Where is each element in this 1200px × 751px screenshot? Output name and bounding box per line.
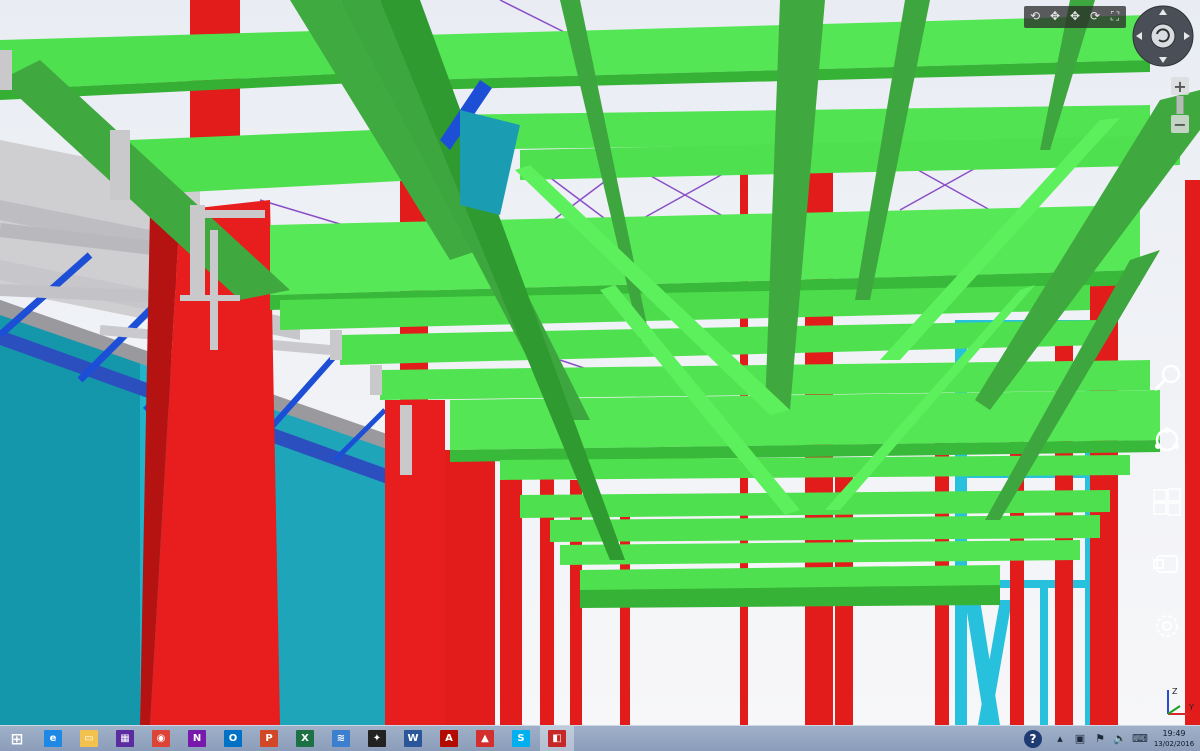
search-icon xyxy=(1153,364,1181,392)
taskbar-start-button[interactable]: ⊞ xyxy=(0,726,34,751)
windows-start-icon xyxy=(1153,488,1181,516)
onenote-icon: N xyxy=(188,730,206,747)
view-toolbar: ⟲ ✥ ✥ ⟳ ⛶ xyxy=(1024,6,1126,28)
model-viewport[interactable]: ⟲ ✥ ✥ ⟳ ⛶ + − Z Y xyxy=(0,0,1200,725)
system-tray: ? ▴ ▣ ⚑ 🔈 ⌨ 19:49 13/02/2016 xyxy=(1024,726,1200,751)
help-icon[interactable]: ? xyxy=(1024,729,1042,748)
taskbar-powerpoint-button[interactable]: P xyxy=(252,726,286,751)
clock-time: 19:49 xyxy=(1162,728,1186,738)
tray-keyboard-icon[interactable]: ⌨ xyxy=(1132,731,1148,747)
taskbar-file-explorer-button[interactable]: ▭ xyxy=(72,726,106,751)
steel-structure-model xyxy=(0,0,1200,725)
powerpoint-icon: P xyxy=(260,730,278,747)
settings-button[interactable] xyxy=(1149,608,1185,644)
taskbar-internet-explorer-button[interactable]: e xyxy=(36,726,70,751)
winamp-wave-icon: ≋ xyxy=(332,730,350,747)
tray-arrow-icon[interactable]: ▴ xyxy=(1052,731,1068,747)
internet-explorer-icon: e xyxy=(44,730,62,747)
navigation-wheel[interactable] xyxy=(1132,5,1194,67)
share-button[interactable] xyxy=(1149,422,1185,458)
devices-button[interactable] xyxy=(1149,546,1185,582)
start-icon: ⊞ xyxy=(10,729,24,748)
clock-date: 13/02/2016 xyxy=(1153,739,1195,748)
taskbar-winamp-wave-button[interactable]: ≋ xyxy=(324,726,358,751)
pan-icon[interactable]: ✥ xyxy=(1046,7,1064,25)
zoom-in-button[interactable]: + xyxy=(1171,77,1189,96)
zoom-slider[interactable] xyxy=(1176,96,1184,114)
tray-flag-icon[interactable]: ⚑ xyxy=(1092,731,1108,747)
orbit-icon[interactable]: ⟳ xyxy=(1086,7,1104,25)
share-icon xyxy=(1155,427,1179,452)
skype-icon: S xyxy=(512,730,530,747)
tekla-viewer-icon: ◧ xyxy=(548,730,566,747)
taskbar: ⊞ e ▭ ▦ ◉ N O P X ≋ ✦ W A ▲ S ◧? ▴ ▣ ⚑ 🔈 ⌨ 19:49 13/02/2016 xyxy=(0,725,1200,751)
photo-app-icon: ▦ xyxy=(116,730,134,747)
taskbar-tekla-viewer-button[interactable]: ◧ xyxy=(540,726,574,751)
rotate-view-icon[interactable]: ⟲ xyxy=(1026,7,1044,25)
tray-volume-icon[interactable]: 🔈 xyxy=(1112,731,1128,747)
taskbar-inkscape-button[interactable]: ✦ xyxy=(360,726,394,751)
zoom-controls: + − xyxy=(1170,76,1190,134)
axis-y-label: Y xyxy=(1188,703,1194,712)
taskbar-onenote-button[interactable]: N xyxy=(180,726,214,751)
word-icon: W xyxy=(404,730,422,747)
outlook-icon: O xyxy=(224,730,242,747)
axis-z-label: Z xyxy=(1172,687,1178,696)
taskbar-acrobat-button[interactable]: A xyxy=(432,726,466,751)
taskbar-outlook-button[interactable]: O xyxy=(216,726,250,751)
excel-icon: X xyxy=(296,730,314,747)
taskbar-photo-app-button[interactable]: ▦ xyxy=(108,726,142,751)
zoom-out-button[interactable]: − xyxy=(1171,115,1189,134)
search-button[interactable] xyxy=(1149,360,1185,396)
taskbar-skype-button[interactable]: S xyxy=(504,726,538,751)
taskbar-word-button[interactable]: W xyxy=(396,726,430,751)
side-tools xyxy=(1145,360,1189,670)
taskbar-acrobat-reader-button[interactable]: ▲ xyxy=(468,726,502,751)
move-icon[interactable]: ✥ xyxy=(1066,7,1084,25)
file-explorer-icon: ▭ xyxy=(80,730,98,747)
taskbar-clock[interactable]: 19:49 13/02/2016 xyxy=(1152,729,1196,749)
inkscape-icon: ✦ xyxy=(368,730,386,747)
fit-view-icon[interactable]: ⛶ xyxy=(1106,7,1124,25)
settings-icon xyxy=(1156,615,1178,637)
tray-network-icon[interactable]: ▣ xyxy=(1072,731,1088,747)
taskbar-excel-button[interactable]: X xyxy=(288,726,322,751)
chrome-icon: ◉ xyxy=(152,730,170,747)
acrobat-reader-icon: ▲ xyxy=(476,730,494,747)
axis-indicator: Z Y xyxy=(1167,687,1194,715)
acrobat-icon: A xyxy=(440,730,458,747)
taskbar-chrome-button[interactable]: ◉ xyxy=(144,726,178,751)
devices-icon xyxy=(1153,555,1178,573)
start-button-charm[interactable] xyxy=(1149,484,1185,520)
